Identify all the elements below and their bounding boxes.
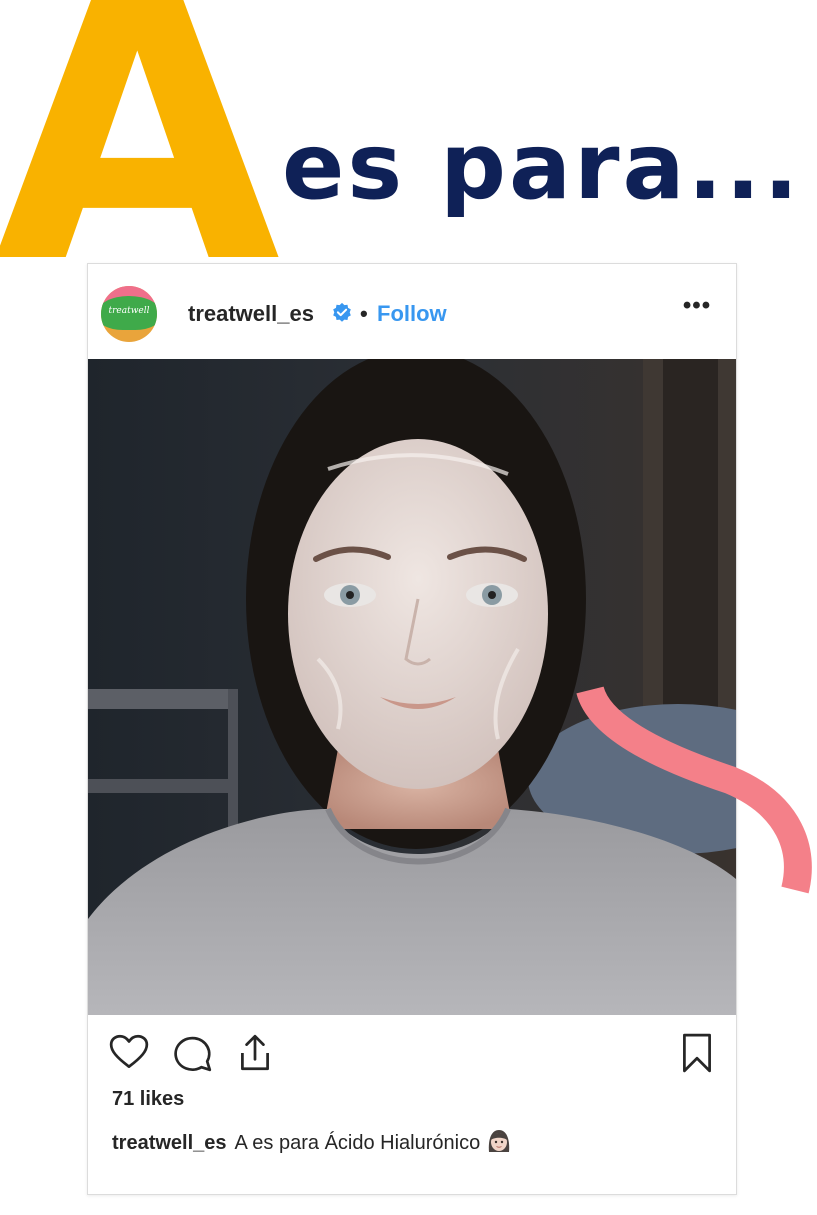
- decorative-swoosh: [576, 685, 812, 894]
- woman-face-emoji-icon: [489, 1130, 510, 1152]
- verified-badge-icon: [333, 302, 351, 322]
- caption-username[interactable]: treatwell_es: [112, 1132, 227, 1154]
- more-options-icon[interactable]: •••: [680, 292, 714, 320]
- caption-text: A es para Ácido Hialurónico: [234, 1132, 481, 1154]
- follow-button[interactable]: Follow: [377, 301, 447, 327]
- post-caption: treatwell_es A es para Ácido Hialurónico: [112, 1128, 512, 1155]
- decorative-letter-a: A: [0, 0, 280, 345]
- heart-icon[interactable]: [108, 1032, 150, 1074]
- separator-dot: •: [360, 301, 368, 326]
- bookmark-icon[interactable]: [676, 1032, 718, 1074]
- headline-text: es para...: [282, 113, 802, 220]
- post-action-bar: [88, 1024, 736, 1084]
- comment-icon[interactable]: [172, 1032, 214, 1074]
- likes-count[interactable]: 71 likes: [112, 1088, 184, 1111]
- share-icon[interactable]: [234, 1032, 276, 1074]
